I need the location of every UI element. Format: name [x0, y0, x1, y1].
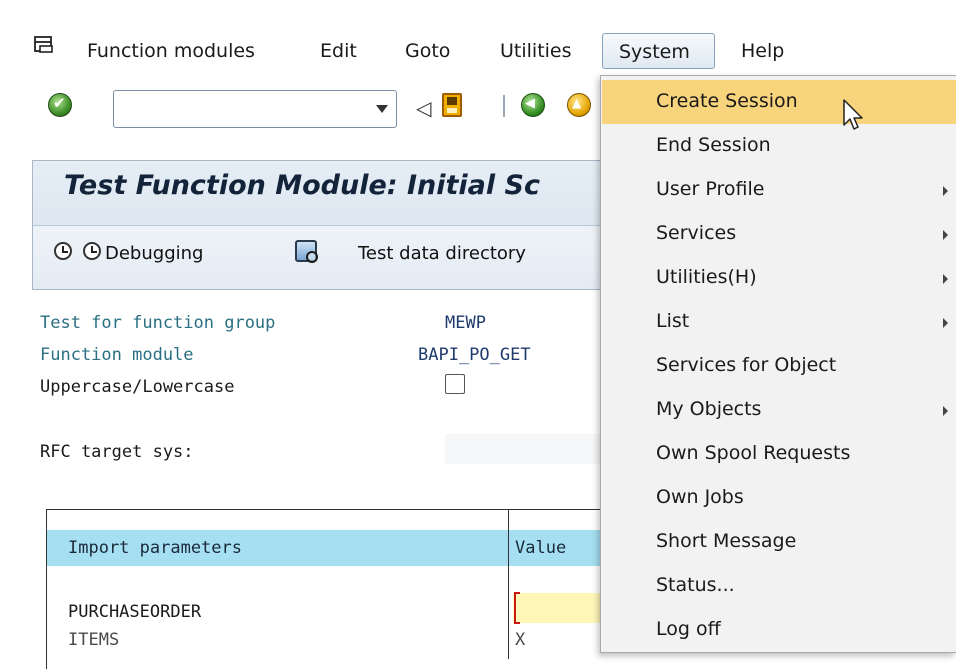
- command-field[interactable]: [113, 90, 397, 128]
- menu-item-short-message[interactable]: Short Message: [602, 520, 956, 564]
- submenu-arrow-icon: [943, 274, 948, 284]
- menu-function-modules[interactable]: Function modules: [87, 40, 255, 62]
- param-value-purchaseorder-input[interactable]: [513, 593, 603, 623]
- menu-item-utilities-h[interactable]: Utilities(H): [602, 256, 956, 300]
- submenu-arrow-icon: [943, 186, 948, 196]
- submenu-arrow-icon: [943, 406, 948, 416]
- ok-check-icon[interactable]: [48, 93, 72, 117]
- debugging-button[interactable]: Debugging: [105, 243, 203, 264]
- param-name-items: ITEMS: [68, 630, 120, 650]
- menu-item-label: End Session: [656, 134, 771, 156]
- menu-item-label: Status...: [656, 574, 735, 596]
- rfc-target-input[interactable]: [445, 434, 601, 464]
- menu-item-services-for-object[interactable]: Services for Object: [602, 344, 956, 388]
- text-cursor-bracket: [514, 592, 520, 624]
- back-triangle-icon[interactable]: ◁: [416, 98, 431, 118]
- menu-utilities[interactable]: Utilities: [500, 40, 572, 62]
- nav-back-icon[interactable]: [521, 93, 545, 117]
- menu-item-label: Services: [656, 222, 737, 244]
- test-data-directory-button[interactable]: Test data directory: [358, 243, 526, 264]
- menu-item-label: List: [656, 310, 690, 332]
- menu-item-label: Own Spool Requests: [656, 442, 851, 464]
- menu-bar: [0, 0, 956, 74]
- function-module-label: Function module: [40, 345, 194, 365]
- menu-item-label: My Objects: [656, 398, 762, 420]
- menu-edit[interactable]: Edit: [320, 40, 357, 62]
- system-dropdown-menu: Create Session End Session User Profile …: [600, 75, 956, 653]
- menu-item-user-profile[interactable]: User Profile: [602, 168, 956, 212]
- mouse-pointer-icon: [843, 99, 863, 130]
- uppercase-lowercase-checkbox[interactable]: [445, 374, 465, 394]
- menu-item-label: Services for Object: [656, 354, 837, 376]
- function-group-value: MEWP: [445, 313, 486, 333]
- menu-item-label: Create Session: [656, 90, 798, 112]
- save-icon[interactable]: [442, 93, 462, 117]
- chevron-down-icon[interactable]: [376, 105, 388, 113]
- param-name-purchaseorder: PURCHASEORDER: [68, 602, 202, 622]
- menu-item-my-objects[interactable]: My Objects: [602, 388, 956, 432]
- column-divider: [508, 509, 509, 659]
- exit-icon[interactable]: [567, 93, 591, 117]
- test-data-directory-icon[interactable]: [295, 240, 318, 263]
- uppercase-lowercase-label: Uppercase/Lowercase: [40, 377, 235, 397]
- execute-icon[interactable]: [54, 242, 72, 260]
- command-input[interactable]: [118, 95, 362, 125]
- rfc-target-label: RFC target sys:: [40, 442, 194, 462]
- submenu-arrow-icon: [943, 230, 948, 240]
- menu-item-label: Log off: [656, 618, 721, 640]
- header-value: Value: [515, 538, 567, 558]
- menu-item-end-session[interactable]: End Session: [602, 124, 956, 168]
- menu-item-status[interactable]: Status...: [602, 564, 956, 608]
- menu-item-own-jobs[interactable]: Own Jobs: [602, 476, 956, 520]
- function-group-label: Test for function group: [40, 313, 276, 333]
- menu-item-label: Own Jobs: [656, 486, 744, 508]
- menu-item-services[interactable]: Services: [602, 212, 956, 256]
- menu-item-create-session[interactable]: Create Session: [602, 80, 956, 124]
- header-import-parameters: Import parameters: [68, 538, 242, 558]
- menu-system-label: System: [619, 41, 690, 63]
- function-module-value: BAPI_PO_GET: [418, 345, 531, 365]
- submenu-arrow-icon: [943, 318, 948, 328]
- menu-item-label: Utilities(H): [656, 266, 757, 288]
- param-value-items[interactable]: X: [515, 630, 525, 650]
- menu-item-label: User Profile: [656, 178, 765, 200]
- page-title: Test Function Module: Initial Sc: [64, 170, 541, 201]
- menu-item-log-off[interactable]: Log off: [602, 608, 956, 652]
- toolbar-separator: [503, 95, 505, 117]
- menu-item-own-spool-requests[interactable]: Own Spool Requests: [602, 432, 956, 476]
- debug-execute-icon[interactable]: [83, 242, 101, 260]
- menu-system[interactable]: System: [602, 33, 715, 69]
- app-menu-icon[interactable]: [34, 34, 54, 54]
- menu-item-label: Short Message: [656, 530, 797, 552]
- menu-item-list[interactable]: List: [602, 300, 956, 344]
- menu-goto[interactable]: Goto: [405, 40, 450, 62]
- menu-help[interactable]: Help: [741, 40, 784, 62]
